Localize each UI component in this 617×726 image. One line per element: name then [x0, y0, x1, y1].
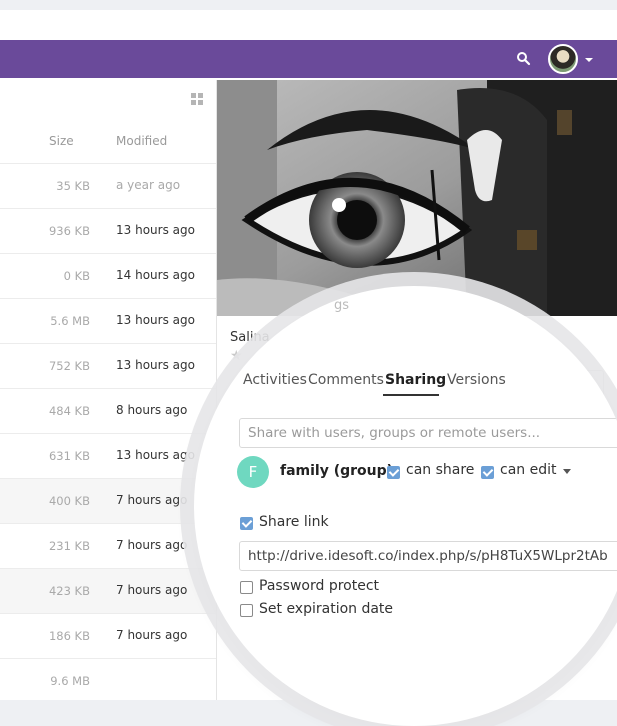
- file-size: 631 KB: [48, 449, 90, 463]
- file-modified: 7 hours ago: [116, 583, 188, 597]
- file-modified: 7 hours ago: [116, 628, 188, 642]
- search-icon[interactable]: [515, 50, 533, 68]
- table-row[interactable]: 752 KB 13 hours ago: [0, 343, 216, 389]
- file-size: 5.6 MB: [50, 314, 90, 328]
- can-edit-checkbox[interactable]: [481, 466, 494, 479]
- column-header-size[interactable]: Size: [49, 134, 74, 148]
- share-recipient-name: family (group): [280, 463, 394, 479]
- file-size: 9.6 MB: [50, 674, 90, 688]
- file-size: 35 KB: [56, 179, 90, 193]
- table-row[interactable]: 631 KB 13 hours ago: [0, 433, 216, 479]
- file-size: 752 KB: [48, 359, 90, 373]
- chevron-down-icon[interactable]: [585, 58, 593, 62]
- password-protect-label[interactable]: Password protect: [259, 578, 379, 594]
- share-link-label[interactable]: Share link: [259, 514, 329, 530]
- file-modified: 8 hours ago: [116, 403, 188, 417]
- can-share-checkbox[interactable]: [387, 466, 400, 479]
- file-size: 0 KB: [63, 269, 90, 283]
- can-share-label[interactable]: can share: [406, 462, 474, 478]
- table-row[interactable]: 423 KB 7 hours ago: [0, 568, 216, 614]
- table-row[interactable]: 186 KB 7 hours ago: [0, 613, 216, 659]
- table-row[interactable]: 231 KB 7 hours ago: [0, 523, 216, 569]
- zoom-magnifier: gs Activities Comments Sharing Versions …: [194, 286, 617, 726]
- file-size: 936 KB: [48, 224, 90, 238]
- password-protect-checkbox[interactable]: [240, 581, 253, 594]
- table-row[interactable]: 35 KB a year ago: [0, 163, 216, 209]
- table-row[interactable]: 0 KB 14 hours ago: [0, 253, 216, 299]
- file-modified: 14 hours ago: [116, 268, 195, 282]
- user-avatar[interactable]: [548, 44, 578, 74]
- can-edit-label[interactable]: can edit: [500, 462, 556, 478]
- file-list: Size Modified 35 KB a year ago 936 KB 13 ho…: [0, 80, 217, 700]
- table-row[interactable]: 936 KB 13 hours ago: [0, 208, 216, 254]
- tab-sharing[interactable]: Sharing: [385, 372, 446, 388]
- file-modified: 13 hours ago: [116, 223, 195, 237]
- ghost-file-title: gs: [334, 298, 350, 313]
- file-size: 423 KB: [48, 584, 90, 598]
- share-link-url-field[interactable]: http://drive.idesoft.co/index.php/s/pH8T…: [239, 541, 617, 571]
- table-row[interactable]: 5.6 MB 13 hours ago: [0, 298, 216, 344]
- table-row[interactable]: 9.6 MB: [0, 658, 216, 704]
- group-avatar: F: [237, 456, 269, 488]
- tab-versions[interactable]: Versions: [447, 372, 506, 388]
- share-link-checkbox[interactable]: [240, 517, 253, 530]
- file-size: 231 KB: [48, 539, 90, 553]
- share-with-input[interactable]: Share with users, groups or remote users…: [239, 418, 617, 448]
- file-modified: 13 hours ago: [116, 313, 195, 327]
- expiration-date-label[interactable]: Set expiration date: [259, 601, 393, 617]
- file-modified: 7 hours ago: [116, 493, 188, 507]
- expiration-date-checkbox[interactable]: [240, 604, 253, 617]
- top-header: [0, 40, 617, 78]
- file-modified: 13 hours ago: [116, 358, 195, 372]
- active-tab-indicator: [383, 394, 439, 396]
- file-size: 186 KB: [48, 629, 90, 643]
- column-header-modified[interactable]: Modified: [116, 134, 167, 148]
- tab-activities[interactable]: Activities: [243, 372, 307, 388]
- file-size: 400 KB: [48, 494, 90, 508]
- file-size: 484 KB: [48, 404, 90, 418]
- file-modified: 13 hours ago: [116, 448, 195, 462]
- share-with-placeholder: Share with users, groups or remote users…: [248, 425, 541, 441]
- permissions-dropdown-icon[interactable]: [563, 469, 571, 474]
- share-link-url: http://drive.idesoft.co/index.php/s/pH8T…: [248, 548, 608, 564]
- table-row[interactable]: 400 KB 7 hours ago: [0, 478, 216, 524]
- file-modified: 7 hours ago: [116, 538, 188, 552]
- grid-view-icon[interactable]: [191, 93, 203, 105]
- tab-comments[interactable]: Comments: [308, 372, 384, 388]
- image-preview: [217, 80, 617, 316]
- file-modified: a year ago: [116, 178, 181, 192]
- table-row[interactable]: 484 KB 8 hours ago: [0, 388, 216, 434]
